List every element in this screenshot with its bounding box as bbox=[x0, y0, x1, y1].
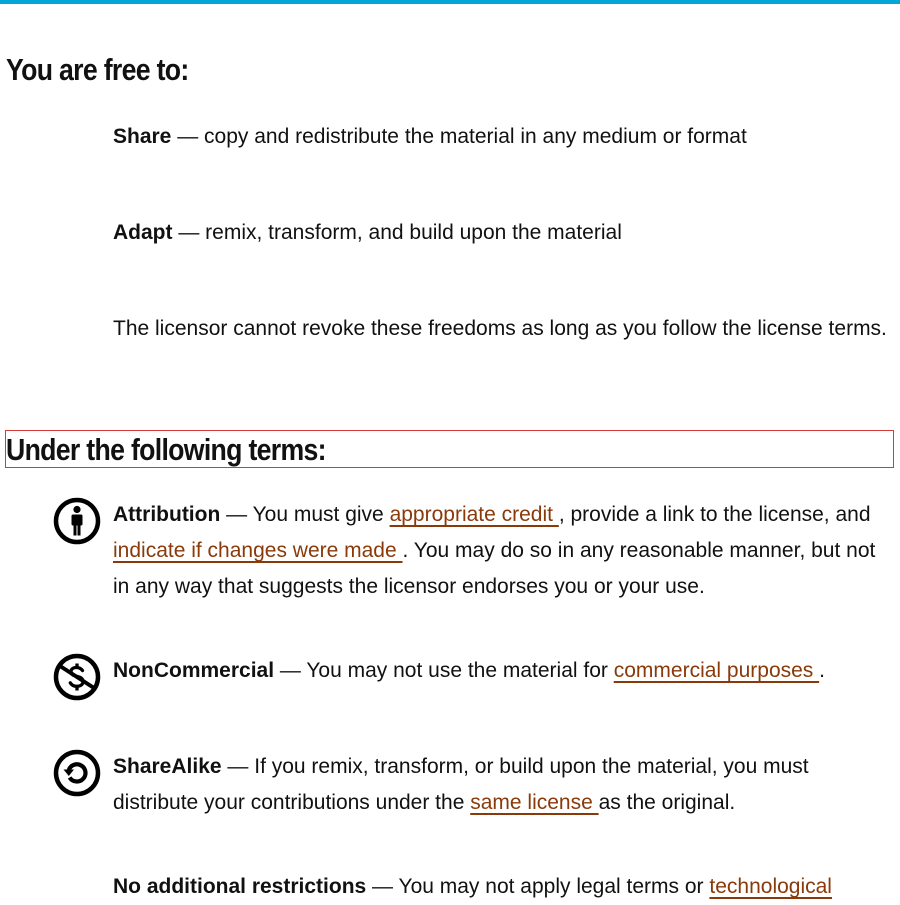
noncommercial-text-2: . bbox=[819, 659, 825, 682]
attribution-term: Attribution — You must give appropriate … bbox=[113, 497, 893, 605]
commercial-purposes-link[interactable]: commercial purposes bbox=[614, 659, 819, 682]
sharealike-term: ShareAlike — If you remix, transform, or… bbox=[113, 749, 893, 821]
heading-under-following-terms: Under the following terms: bbox=[6, 432, 327, 467]
same-license-link[interactable]: same license bbox=[470, 791, 598, 814]
adapt-description: — remix, transform, and build upon the m… bbox=[172, 221, 622, 244]
heading-you-are-free-to: You are free to: bbox=[6, 52, 189, 87]
technological-measures-link[interactable]: technological bbox=[709, 875, 832, 898]
attribution-text-2: , provide a link to the license, and bbox=[558, 503, 871, 526]
adapt-term: Adapt bbox=[113, 221, 173, 244]
adapt-freedom: Adapt — remix, transform, and build upon… bbox=[113, 215, 893, 251]
appropriate-credit-link[interactable]: appropriate credit bbox=[390, 503, 559, 526]
top-accent-bar bbox=[0, 0, 900, 4]
noncommercial-term: NonCommercial — You may not use the mate… bbox=[113, 653, 893, 689]
no-additional-restrictions-label: No additional restrictions bbox=[113, 875, 367, 898]
indicate-changes-link[interactable]: indicate if changes were made bbox=[113, 539, 403, 562]
noncommercial-label: NonCommercial bbox=[113, 659, 275, 682]
attribution-icon bbox=[53, 497, 101, 545]
share-term: Share bbox=[113, 125, 172, 148]
sharealike-text-2: as the original. bbox=[598, 791, 736, 814]
sharealike-label: ShareAlike bbox=[113, 755, 222, 778]
sharealike-icon bbox=[53, 749, 101, 797]
no-additional-restrictions-text: — You may not apply legal terms or bbox=[366, 875, 710, 898]
attribution-text-1: — You must give bbox=[220, 503, 390, 526]
noncommercial-text-1: — You may not use the material for bbox=[274, 659, 614, 682]
share-freedom: Share — copy and redistribute the materi… bbox=[113, 119, 893, 155]
revoke-notice: The licensor cannot revoke these freedom… bbox=[113, 317, 887, 340]
share-description: — copy and redistribute the material in … bbox=[171, 125, 747, 148]
noncommercial-icon bbox=[53, 653, 101, 701]
attribution-label: Attribution bbox=[113, 503, 221, 526]
